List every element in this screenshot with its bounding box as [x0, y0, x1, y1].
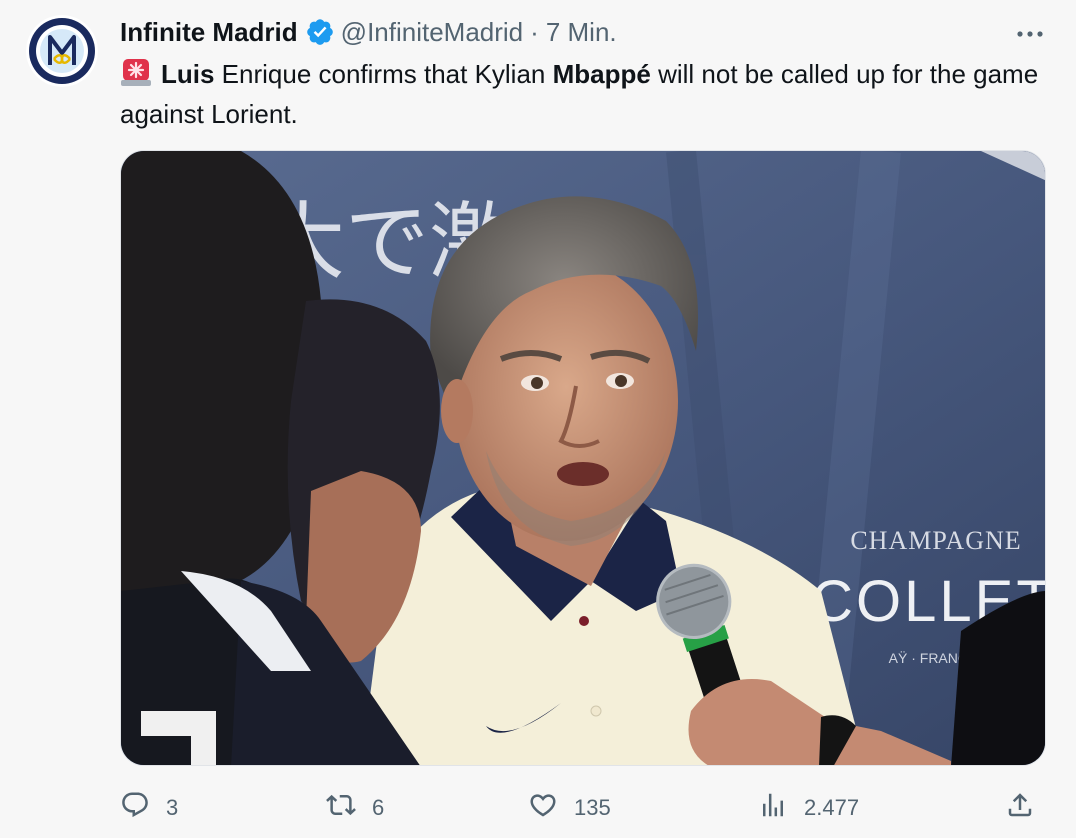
like-button[interactable]: 135 [528, 786, 611, 830]
tweet-text: Luis Enrique confirms that Kylian Mbappé… [120, 56, 1050, 132]
reply-count: 3 [166, 795, 179, 820]
brand-line-1: CHAMPAGNE [850, 526, 1021, 555]
retweet-button[interactable]: 6 [326, 786, 384, 830]
author-name[interactable]: Infinite Madrid [120, 16, 298, 48]
press-interview-photo: 大で激 CHAMPAGNE COLLET AŸ · FRANCE [121, 151, 1045, 765]
more-icon[interactable] [1014, 20, 1046, 48]
share-button[interactable] [1005, 786, 1035, 830]
avatar[interactable] [26, 15, 98, 87]
tweet-photo[interactable]: 大で激 CHAMPAGNE COLLET AŸ · FRANCE [120, 150, 1046, 766]
views-button[interactable]: 2.477 [758, 786, 859, 830]
reply-button[interactable]: 3 [120, 786, 178, 830]
views-icon [758, 790, 788, 826]
author-handle[interactable]: @InfiniteMadrid [341, 16, 523, 48]
text-segment: Enrique confirms that Kylian [214, 59, 553, 89]
reply-icon [120, 790, 150, 826]
verified-badge-icon [305, 17, 335, 47]
share-icon [1005, 790, 1035, 826]
like-count: 135 [574, 795, 611, 820]
retweet-icon [326, 790, 356, 826]
like-icon [528, 790, 558, 826]
tweet[interactable]: Infinite Madrid @InfiniteMadrid · 7 Min. [0, 0, 1076, 838]
text-bold-mbappe: Mbappé [552, 59, 651, 89]
timestamp[interactable]: 7 Min. [546, 16, 617, 48]
siren-emoji-icon [120, 57, 152, 96]
separator-dot: · [530, 17, 539, 47]
club-crest-icon [26, 15, 98, 87]
text-bold-luis: Luis [161, 59, 215, 89]
retweet-count: 6 [372, 795, 385, 820]
views-count: 2.477 [804, 795, 860, 820]
tweet-actions: 3 6 135 2.477 [0, 786, 1076, 830]
tweet-header: Infinite Madrid @InfiniteMadrid · 7 Min. [120, 16, 617, 48]
